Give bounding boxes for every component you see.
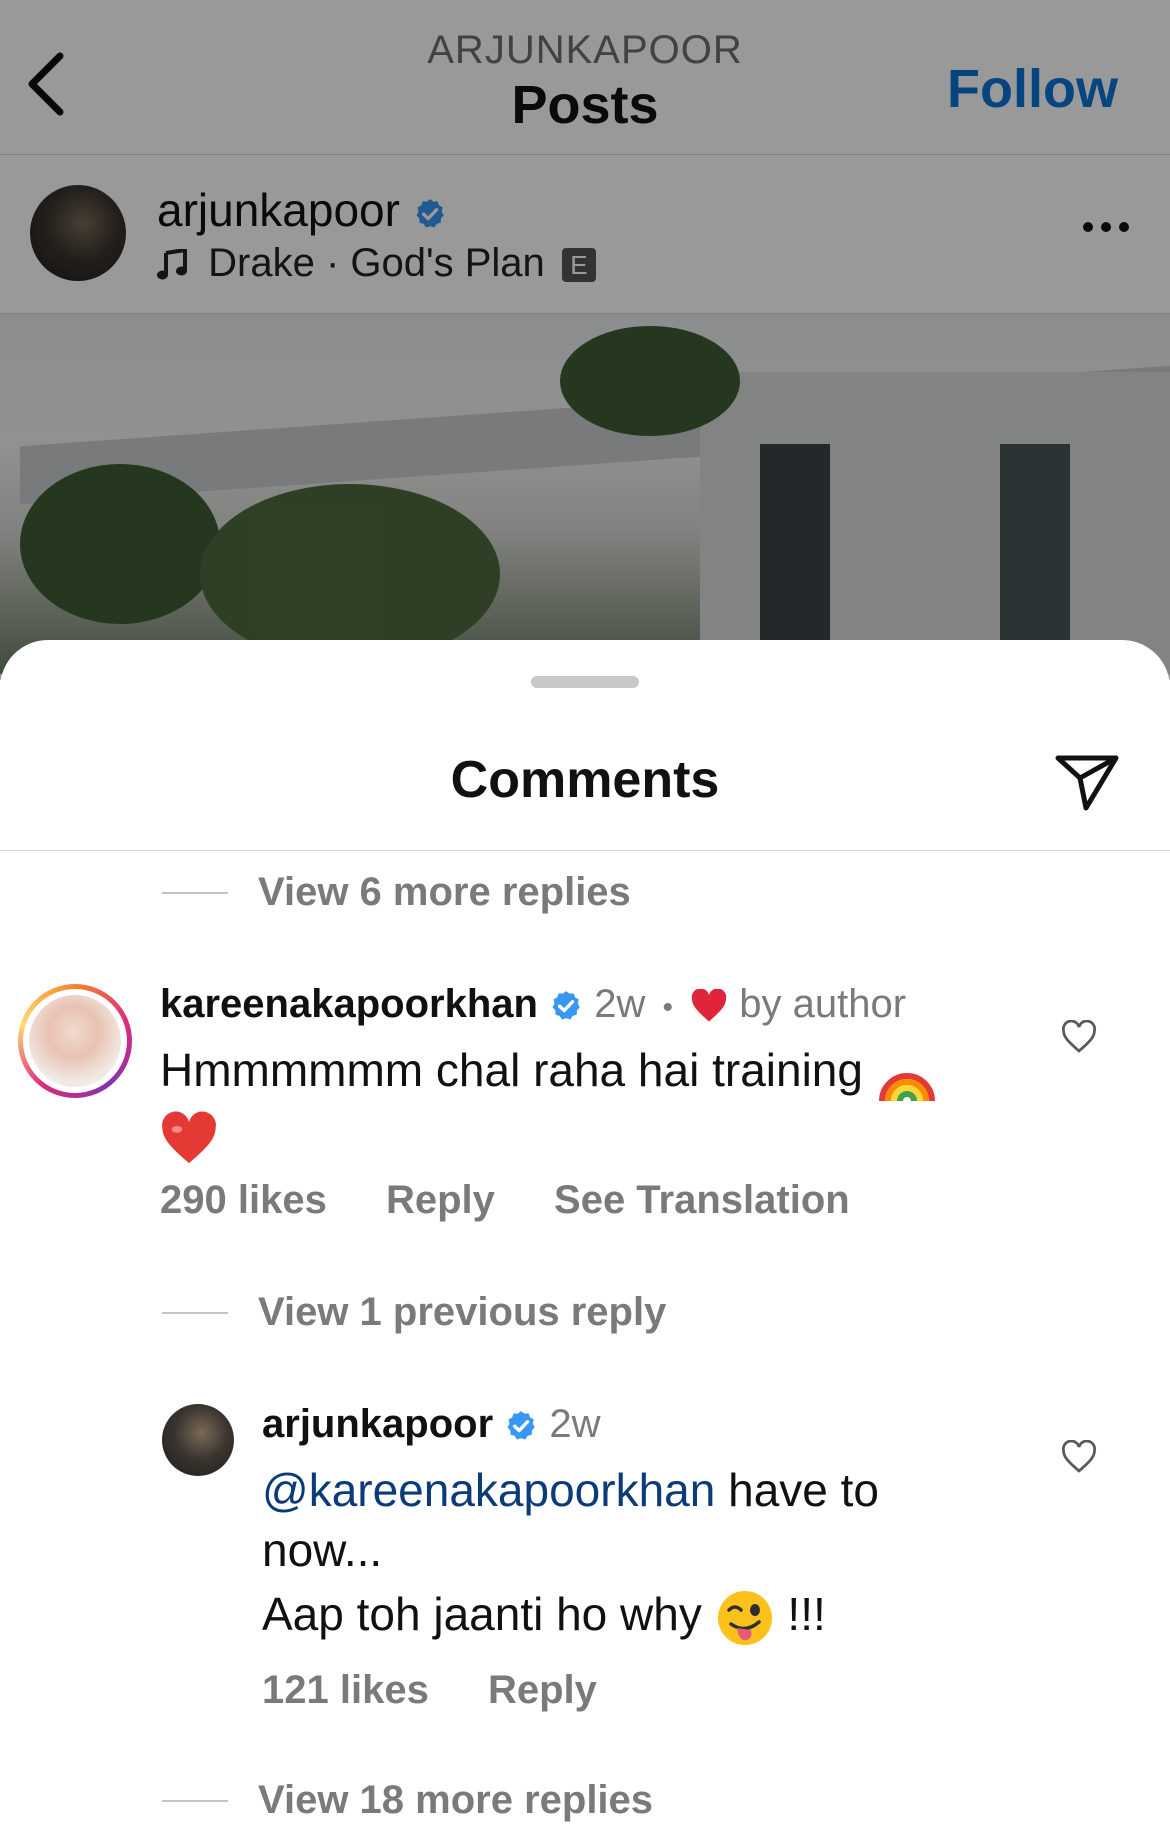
divider-dash [162,1311,228,1314]
reply-username[interactable]: arjunkapoor [262,1402,493,1446]
like-comment-heart-icon[interactable] [1060,1020,1098,1054]
mention-link[interactable]: @kareenakapoorkhan [262,1464,715,1516]
see-translation-button[interactable]: See Translation [554,1178,850,1222]
avatar [29,995,121,1087]
meta-separator: • [662,991,673,1024]
comment-text-body: Hmmmmmm chal raha hai training [160,1044,863,1096]
view-more-replies-button[interactable]: View 6 more replies [162,870,631,915]
sheet-divider [0,850,1170,851]
reply-button[interactable]: Reply [386,1178,495,1222]
liked-by-author-label: by author [739,982,907,1026]
heart-filled-icon [691,988,727,1022]
view-previous-reply-label: View 1 previous reply [258,1290,667,1334]
reply-text-line3-wrap: Aap toh jaanti ho why !!! [262,1584,826,1648]
comment-username[interactable]: kareenakapoorkhan [160,982,538,1026]
view-previous-reply-button[interactable]: View 1 previous reply [162,1290,666,1335]
reply-likes-count[interactable]: 121 likes [262,1668,429,1712]
comment-actions: 290 likes Reply See Translation [160,1178,898,1223]
view-more-replies-label: View 6 more replies [258,870,631,914]
sheet-drag-handle[interactable] [531,676,639,688]
divider-dash [162,891,228,894]
comment-text: Hmmmmmm chal raha hai training [160,1040,1020,1167]
reply-text-line2: now... [262,1524,383,1576]
winking-tongue-emoji [717,1590,772,1645]
rainbow-emoji [878,1072,935,1102]
divider-dash [162,1799,228,1802]
verified-badge-icon [552,991,580,1020]
comments-title: Comments [450,751,720,809]
reply-text: @kareenakapoorkhan have to now... Aap to… [262,1460,1022,1648]
reply-text-part: have to [715,1464,880,1516]
reply-text-line3: Aap toh jaanti ho why [262,1588,702,1640]
avatar-ring-gap [23,989,127,1093]
send-icon[interactable] [1054,752,1120,812]
like-reply-heart-icon[interactable] [1060,1440,1098,1474]
comment-time: 2w [594,982,646,1026]
comment-header: kareenakapoorkhan 2w • by author [160,982,906,1027]
reply-header: arjunkapoor 2w [262,1402,601,1447]
background-dim-overlay[interactable] [0,0,1170,680]
reply-text-suffix: !!! [787,1588,826,1640]
view-more-replies-label-bottom: View 18 more replies [258,1778,654,1822]
red-heart-emoji [162,1111,216,1163]
reply-author-avatar[interactable] [162,1404,234,1476]
comment-likes-count[interactable]: 290 likes [160,1178,327,1222]
reply-actions: 121 likes Reply [262,1668,645,1713]
reply-time: 2w [549,1402,601,1446]
reply-button[interactable]: Reply [488,1668,597,1712]
view-more-replies-button-bottom[interactable]: View 18 more replies [162,1778,653,1823]
commenter-avatar-story-ring[interactable] [18,984,132,1098]
comments-sheet: Comments [0,640,1170,1846]
verified-badge-icon [507,1411,536,1440]
